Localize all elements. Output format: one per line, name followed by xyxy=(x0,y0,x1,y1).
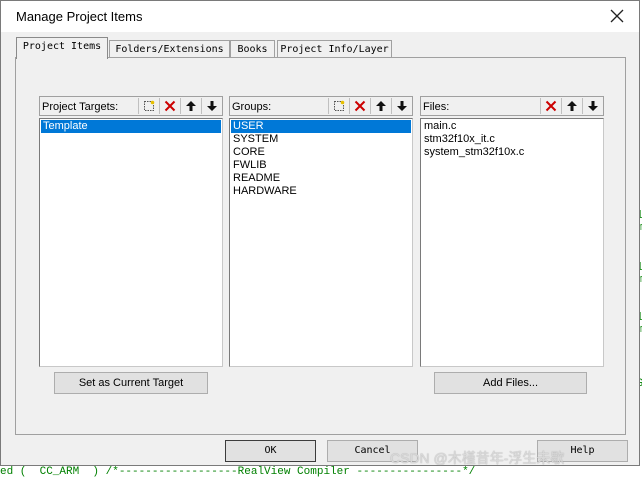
delete-target-button[interactable] xyxy=(159,98,180,114)
groups-header: Groups: xyxy=(229,96,413,116)
tab-folders-extensions[interactable]: Folders/Extensions xyxy=(109,40,230,57)
project-targets-panel: Project Targets: Template xyxy=(39,96,223,367)
groups-toolbar xyxy=(328,98,412,114)
add-files-button[interactable]: Add Files... xyxy=(434,372,587,394)
list-item[interactable]: FWLIB xyxy=(231,159,411,172)
list-item[interactable]: Template xyxy=(41,120,221,133)
files-header: Files: xyxy=(420,96,604,116)
list-item[interactable]: CORE xyxy=(231,146,411,159)
arrow-up-icon xyxy=(186,101,196,111)
new-target-button[interactable] xyxy=(138,98,159,114)
list-item[interactable]: README xyxy=(231,172,411,185)
manage-project-items-dialog: Manage Project Items Project Items Folde… xyxy=(0,0,640,466)
dialog-titlebar: Manage Project Items xyxy=(1,1,639,32)
delete-group-button[interactable] xyxy=(349,98,370,114)
arrow-down-icon xyxy=(397,101,407,111)
arrow-up-icon xyxy=(567,101,577,111)
delete-icon xyxy=(164,100,176,112)
move-target-down-button[interactable] xyxy=(201,98,222,114)
files-toolbar xyxy=(540,98,603,114)
move-file-down-button[interactable] xyxy=(582,98,603,114)
move-group-down-button[interactable] xyxy=(391,98,412,114)
files-title: Files: xyxy=(423,101,450,113)
new-group-button[interactable] xyxy=(328,98,349,114)
ok-button[interactable]: OK xyxy=(225,440,316,462)
delete-icon xyxy=(545,100,557,112)
close-button[interactable] xyxy=(599,2,635,30)
arrow-down-icon xyxy=(588,101,598,111)
list-item[interactable]: main.c xyxy=(422,120,602,133)
list-item[interactable]: USER xyxy=(231,120,411,133)
delete-file-button[interactable] xyxy=(540,98,561,114)
set-current-target-button[interactable]: Set as Current Target xyxy=(54,372,208,394)
project-targets-list: Template xyxy=(39,118,223,367)
delete-icon xyxy=(354,100,366,112)
list-item[interactable]: stm32f10x_it.c xyxy=(422,133,602,146)
new-item-icon xyxy=(144,100,155,111)
project-targets-header: Project Targets: xyxy=(39,96,223,116)
new-item-icon xyxy=(334,100,345,111)
tab-project-info-layer[interactable]: Project Info/Layer xyxy=(277,40,392,57)
project-targets-toolbar xyxy=(138,98,222,114)
files-panel: Files: main.c stm32f10x_it.c system_stm3… xyxy=(420,96,604,367)
watermark: CSDN @木槿昔年-浮生未歇 xyxy=(390,450,565,466)
groups-title: Groups: xyxy=(232,101,272,113)
move-group-up-button[interactable] xyxy=(370,98,391,114)
move-file-up-button[interactable] xyxy=(561,98,582,114)
groups-list: USER SYSTEM CORE FWLIB README HARDWARE xyxy=(229,118,413,367)
close-icon xyxy=(610,9,624,23)
list-item[interactable]: SYSTEM xyxy=(231,133,411,146)
groups-panel: Groups: USER SYSTEM CORE FWLIB README HA… xyxy=(229,96,413,367)
list-item[interactable]: HARDWARE xyxy=(231,185,411,198)
tab-project-items[interactable]: Project Items xyxy=(16,37,108,59)
arrow-down-icon xyxy=(207,101,217,111)
dialog-title: Manage Project Items xyxy=(16,9,143,24)
files-list: main.c stm32f10x_it.c system_stm32f10x.c xyxy=(420,118,604,367)
list-item[interactable]: system_stm32f10x.c xyxy=(422,146,602,159)
move-target-up-button[interactable] xyxy=(180,98,201,114)
arrow-up-icon xyxy=(376,101,386,111)
tab-books[interactable]: Books xyxy=(230,40,275,57)
project-targets-title: Project Targets: xyxy=(42,101,119,113)
